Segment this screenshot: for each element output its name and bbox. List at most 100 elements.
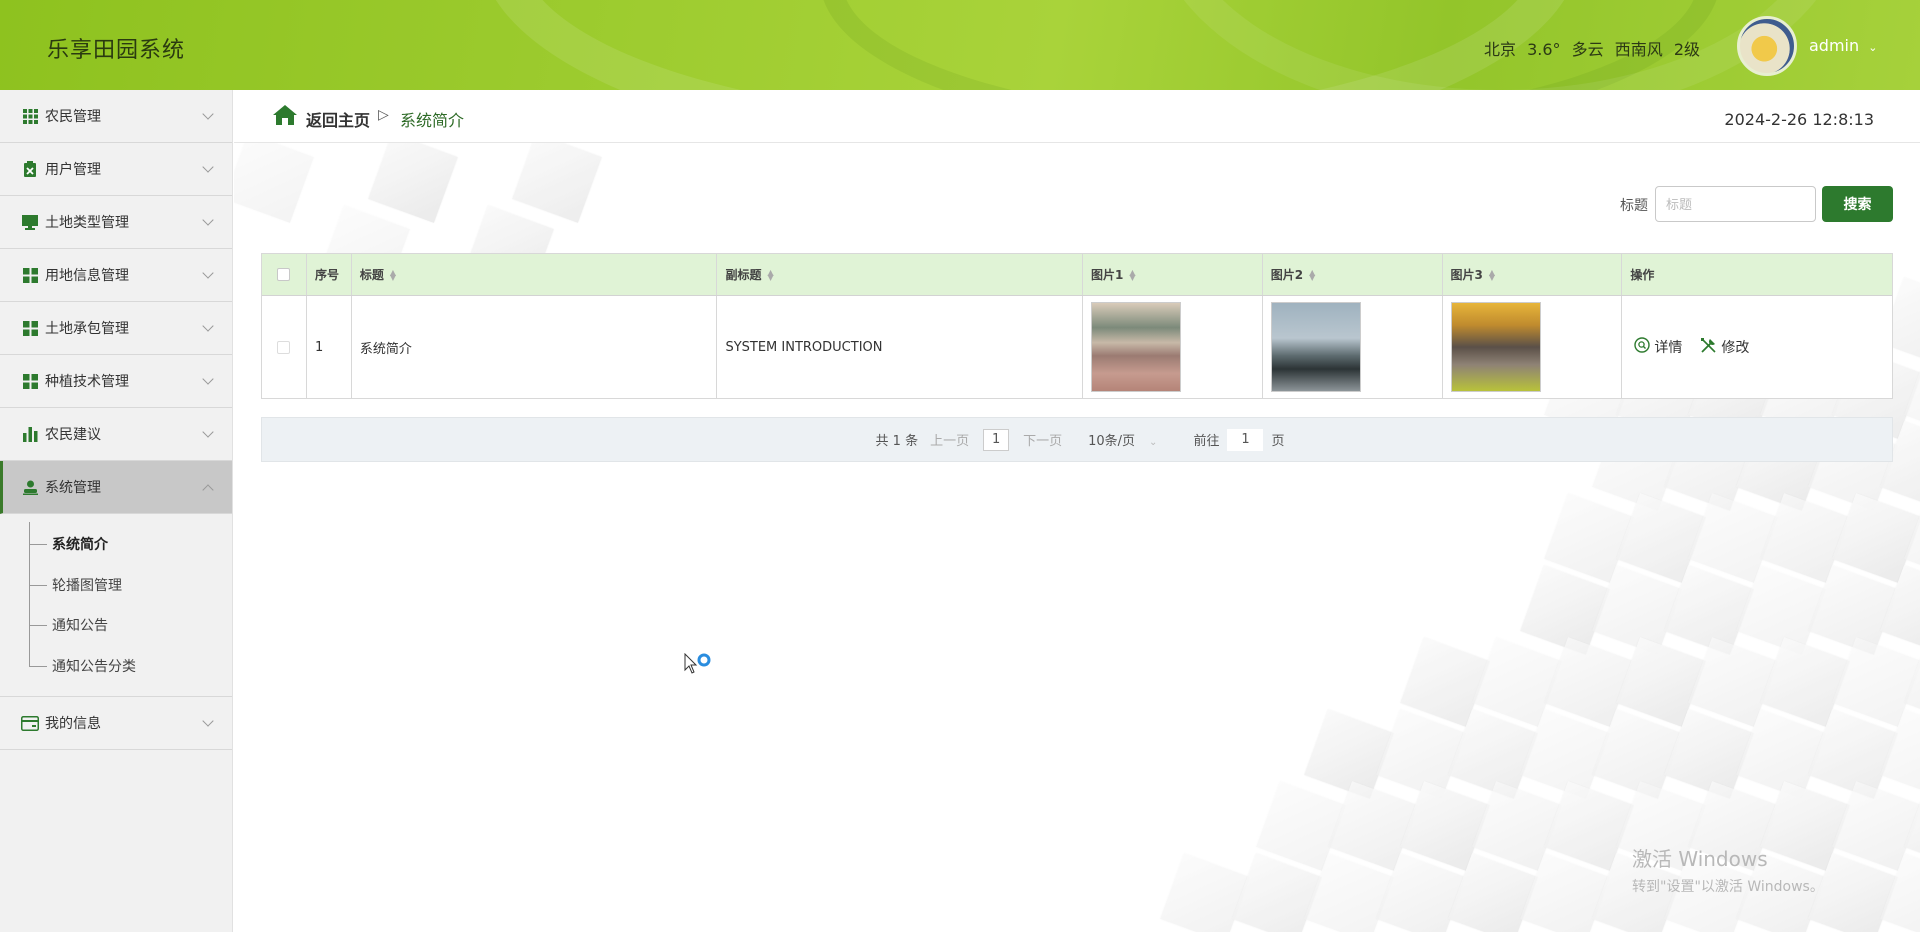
background-tile — [1520, 709, 1610, 799]
chevron-down-icon — [202, 320, 214, 332]
windows-activation-watermark: 激活 Windows 转到"设置"以激活 Windows。 — [1632, 843, 1824, 896]
search-label: 标题 — [1620, 198, 1648, 214]
chevron-down-icon — [202, 373, 214, 385]
sort-icon[interactable]: ▲ ▼ — [1129, 268, 1135, 281]
avatar[interactable] — [1737, 16, 1797, 76]
header-ops: 操作 — [1622, 254, 1892, 295]
user-name: admin — [1809, 36, 1860, 55]
pagination-total: 共 1 条 — [875, 434, 919, 449]
background-tile — [1736, 565, 1826, 655]
cell-img1 — [1083, 296, 1263, 398]
header-title[interactable]: 标题 ▲ ▼ — [352, 254, 718, 295]
weather-condition: 多云 — [1571, 40, 1604, 59]
sidebar-item-land-type[interactable]: 土地类型管理 — [0, 196, 232, 249]
background-tile — [1664, 709, 1754, 799]
search-button[interactable]: 搜索 — [1822, 186, 1893, 222]
dashboard-icon — [21, 373, 39, 389]
submenu-item-notice-category[interactable]: 通知公告分类 — [29, 646, 232, 687]
edit-button[interactable]: 修改 — [1700, 337, 1749, 358]
page-size-select[interactable]: 10条/页 ⌄ — [1088, 430, 1157, 449]
system-submenu: 系统简介 轮播图管理 通知公告 通知公告分类 — [0, 514, 232, 697]
sidebar-item-land-contract[interactable]: 土地承包管理 — [0, 302, 232, 355]
chevron-down-icon — [202, 426, 214, 438]
background-tile — [1688, 493, 1778, 583]
sidebar-item-label: 用地信息管理 — [45, 268, 129, 284]
main-content: 返回主页 ▷ 系统简介 2024-2-26 12:8:13 标题 搜索 序号 标… — [234, 90, 1920, 932]
cell-title: 系统简介 — [352, 296, 718, 398]
header-label: 序号 — [314, 268, 339, 282]
chevron-down-icon — [202, 214, 214, 226]
edit-label: 修改 — [1721, 340, 1750, 356]
detail-button[interactable]: 详情 — [1634, 337, 1682, 357]
background-tile — [1328, 781, 1418, 871]
sidebar-item-label: 土地承包管理 — [45, 321, 129, 337]
submenu-item-intro[interactable]: 系统简介 — [29, 524, 232, 565]
pagination-next[interactable]: 下一页 — [1023, 430, 1062, 449]
goto-page-input[interactable]: 1 — [1227, 428, 1264, 451]
mouse-cursor-icon — [684, 653, 711, 674]
sort-icon[interactable]: ▲ ▼ — [1489, 268, 1495, 281]
background-tile — [1736, 709, 1826, 799]
sort-icon[interactable]: ▲ ▼ — [767, 268, 773, 281]
thumbnail-office[interactable] — [1450, 302, 1541, 392]
background-tile — [1304, 709, 1394, 799]
header-img1[interactable]: 图片1 ▲ ▼ — [1083, 254, 1263, 295]
select-all-checkbox[interactable] — [277, 268, 291, 281]
submenu-item-notice[interactable]: 通知公告 — [29, 605, 232, 646]
breadcrumb-current: 系统简介 — [400, 111, 465, 130]
sidebar: 农民管理 用户管理 土地类型管理 用地信息管理 土地承包管理 种植技术管理 农民… — [0, 90, 233, 932]
home-icon[interactable] — [272, 104, 298, 126]
pagination-prev[interactable]: 上一页 — [930, 430, 969, 449]
header-subtitle[interactable]: 副标题 ▲ ▼ — [717, 254, 1083, 295]
submenu-item-carousel[interactable]: 轮播图管理 — [29, 565, 232, 606]
background-tile — [1448, 709, 1538, 799]
breadcrumb-home[interactable]: 返回主页 — [306, 107, 370, 131]
header-img3[interactable]: 图片3 ▲ ▼ — [1443, 254, 1623, 295]
user-menu[interactable]: admin ⌄ — [1809, 36, 1877, 55]
background-tile — [1256, 781, 1346, 871]
goto-suffix: 页 — [1271, 434, 1285, 449]
thumbnail-classroom[interactable] — [1090, 302, 1181, 392]
sidebar-item-land-info[interactable]: 用地信息管理 — [0, 249, 232, 302]
background-tile — [1376, 853, 1466, 932]
weather-city: 北京 — [1484, 40, 1517, 59]
header-label: 副标题 — [725, 268, 762, 282]
table-row: 1 系统简介 SYSTEM INTRODUCTION 详情 修改 — [262, 296, 1892, 398]
background-tile — [1232, 853, 1322, 932]
pagination-current-page[interactable]: 1 — [983, 428, 1010, 451]
sidebar-item-user[interactable]: 用户管理 — [0, 143, 232, 196]
header-img2[interactable]: 图片2 ▲ ▼ — [1263, 254, 1443, 295]
background-tile — [1904, 349, 1920, 439]
thumbnail-pavilion[interactable] — [1270, 302, 1361, 392]
sidebar-item-system[interactable]: 系统管理 — [0, 461, 232, 514]
sidebar-item-label: 农民建议 — [45, 427, 101, 443]
row-checkbox[interactable] — [277, 340, 291, 354]
background-tile — [1544, 781, 1634, 871]
sort-icon[interactable]: ▲ ▼ — [390, 268, 396, 281]
background-tile — [1472, 781, 1562, 871]
sidebar-item-label: 系统管理 — [45, 480, 101, 496]
background-tile — [512, 143, 602, 223]
table-header-row: 序号 标题 ▲ ▼ 副标题 ▲ ▼ 图片1 ▲ ▼ 图片2 ▲ ▼ 图片3 ▲ ▼ 操作 — [262, 254, 1892, 296]
app-title: 乐享田园系统 — [47, 38, 186, 63]
sidebar-item-planting-tech[interactable]: 种植技术管理 — [0, 355, 232, 408]
background-tile — [1592, 565, 1682, 655]
sidebar-item-suggestions[interactable]: 农民建议 — [0, 408, 232, 461]
sidebar-item-farmer[interactable]: 农民管理 — [0, 90, 232, 143]
sidebar-item-my-info[interactable]: 我的信息 — [0, 697, 232, 750]
cell-ops: 详情 修改 — [1622, 296, 1892, 398]
cell-img3 — [1443, 296, 1623, 398]
header-label: 操作 — [1630, 268, 1655, 282]
sidebar-item-label: 种植技术管理 — [45, 374, 129, 390]
sort-icon[interactable]: ▲ ▼ — [1309, 268, 1315, 281]
background-tile — [1160, 853, 1250, 932]
bar-chart-icon — [21, 426, 39, 442]
header-label: 图片1 — [1090, 268, 1124, 282]
search-input[interactable] — [1655, 186, 1816, 222]
current-datetime: 2024-2-26 12:8:13 — [1724, 110, 1874, 129]
pagination: 共 1 条 上一页 1 下一页 10条/页 ⌄ 前往 1 页 — [261, 417, 1893, 462]
background-tile — [1880, 709, 1920, 799]
background-tile — [1304, 853, 1394, 932]
background-tile — [1688, 637, 1778, 727]
user-icon — [21, 479, 39, 495]
